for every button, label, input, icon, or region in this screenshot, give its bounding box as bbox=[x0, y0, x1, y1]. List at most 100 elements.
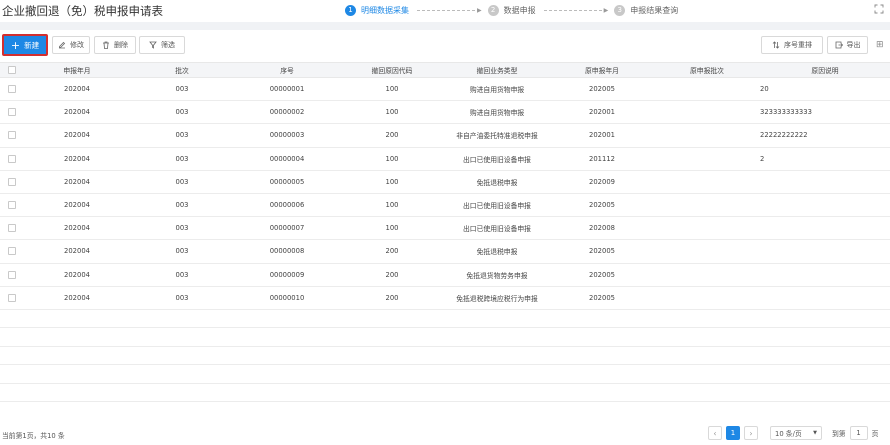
column-header[interactable]: 原因说明 bbox=[760, 63, 890, 77]
row-checkbox[interactable] bbox=[8, 224, 16, 233]
table-cell: 出口已使用旧设备申报 bbox=[463, 155, 531, 164]
table-cell: 202004 bbox=[64, 177, 90, 186]
table-cell: 201112 bbox=[589, 154, 615, 163]
next-page-button[interactable]: › bbox=[744, 426, 758, 440]
step-3[interactable]: 3 申报结果查询 bbox=[614, 4, 679, 16]
step-connector bbox=[543, 9, 602, 11]
empty-row bbox=[0, 347, 890, 366]
table-cell: 100 bbox=[385, 154, 399, 163]
row-checkbox[interactable] bbox=[8, 108, 16, 117]
table-cell bbox=[760, 264, 890, 286]
delete-button-label: 删除 bbox=[114, 41, 128, 49]
table-cell bbox=[652, 148, 762, 170]
table-cell: 003 bbox=[175, 177, 189, 186]
column-header[interactable]: 序号 bbox=[232, 63, 342, 77]
column-header[interactable]: 批次 bbox=[132, 63, 232, 77]
table-cell bbox=[652, 171, 762, 193]
reorder-button-label: 序号重排 bbox=[784, 41, 812, 49]
delete-button[interactable]: 删除 bbox=[94, 36, 136, 54]
table-cell: 202005 bbox=[589, 247, 615, 256]
table-cell: 202005 bbox=[589, 293, 615, 302]
table-row[interactable]: 202004 003 00000009 200 免抵退货物劳务申报 202005 bbox=[0, 264, 890, 287]
table-cell: 202004 bbox=[64, 131, 90, 140]
table-cell bbox=[652, 287, 762, 309]
reorder-button[interactable]: 序号重排 bbox=[761, 36, 823, 54]
table-cell: 00000007 bbox=[269, 224, 305, 233]
new-button[interactable]: + 新建 bbox=[2, 34, 48, 56]
edit-button[interactable]: 修改 bbox=[52, 36, 90, 54]
table-cell: 2 bbox=[760, 154, 765, 163]
row-select-cell bbox=[2, 78, 22, 100]
row-checkbox[interactable] bbox=[8, 131, 16, 140]
column-settings-icon[interactable]: ⊞ bbox=[876, 40, 884, 50]
step-1[interactable]: 1 明细数据采集 bbox=[345, 4, 409, 16]
row-checkbox[interactable] bbox=[8, 270, 16, 279]
table-cell: 00000005 bbox=[269, 177, 305, 186]
table-row[interactable]: 202004 003 00000007 100 出口已使用旧设备申报 202008 bbox=[0, 217, 890, 241]
table-cell: 出口已使用旧设备申报 bbox=[463, 202, 531, 211]
row-checkbox[interactable] bbox=[8, 177, 16, 186]
table-cell bbox=[652, 124, 762, 146]
table-cell: 00000008 bbox=[269, 247, 305, 256]
table-row[interactable]: 202004 003 00000008 200 免抵退税申报 202005 bbox=[0, 240, 890, 264]
table-cell: 003 bbox=[175, 85, 189, 94]
table-cell: 323333333333 bbox=[760, 108, 812, 117]
column-header[interactable]: 原申报批次 bbox=[652, 63, 762, 77]
step-2[interactable]: 2 数据申报 bbox=[487, 4, 536, 16]
page-size-select[interactable]: 10 条/页 ▼ bbox=[770, 426, 822, 440]
step-1-label: 明细数据采集 bbox=[361, 5, 409, 15]
table-cell: 003 bbox=[175, 131, 189, 140]
table-cell: 202005 bbox=[589, 201, 615, 210]
table-row[interactable]: 202004 003 00000005 100 免抵退税申报 202009 bbox=[0, 171, 890, 194]
step-3-number: 3 bbox=[614, 4, 626, 16]
empty-row bbox=[0, 365, 890, 384]
table-row[interactable]: 202004 003 00000010 200 免抵退税跨境应税行为申报 202005 bbox=[0, 287, 890, 310]
table-row[interactable]: 202004 003 00000004 100 出口已使用旧设备申报 201112 2 bbox=[0, 148, 890, 171]
table-cell: 购进自用货物申报 bbox=[469, 109, 525, 118]
row-checkbox[interactable] bbox=[8, 247, 16, 256]
row-checkbox[interactable] bbox=[8, 293, 16, 302]
empty-row bbox=[0, 384, 890, 403]
export-button[interactable]: 导出 bbox=[827, 36, 868, 54]
goto-page-input[interactable]: 1 bbox=[849, 426, 868, 440]
table-cell: 200 bbox=[385, 270, 399, 279]
column-header[interactable]: 撤回业务类型 bbox=[442, 63, 552, 77]
table-cell: 免抵退税申报 bbox=[476, 178, 518, 187]
table-row[interactable]: 202004 003 00000002 100 购进自用货物申报 202001 323333… bbox=[0, 101, 890, 125]
table-cell: 00000004 bbox=[269, 154, 305, 163]
filter-button[interactable]: 筛选 bbox=[139, 36, 185, 54]
row-checkbox[interactable] bbox=[8, 154, 16, 163]
step-3-label: 申报结果查询 bbox=[630, 5, 679, 15]
row-select-cell bbox=[2, 240, 22, 262]
table-cell: 003 bbox=[175, 108, 189, 117]
step-connector bbox=[417, 9, 475, 11]
row-checkbox[interactable] bbox=[8, 201, 16, 210]
table-cell bbox=[760, 217, 890, 239]
fullscreen-icon[interactable] bbox=[874, 4, 884, 14]
table-cell: 100 bbox=[385, 201, 399, 210]
table-row[interactable]: 202004 003 00000003 200 非自产油委托特准退税申报 202001 22… bbox=[0, 124, 890, 148]
new-button-label: 新建 bbox=[24, 40, 40, 50]
column-header[interactable]: 撤回原因代码 bbox=[342, 63, 442, 77]
row-checkbox[interactable] bbox=[8, 85, 16, 94]
column-header[interactable]: 申报年月 bbox=[22, 63, 132, 77]
column-header[interactable]: 原申报年月 bbox=[552, 63, 652, 77]
empty-row bbox=[0, 310, 890, 329]
step-indicator: 1 明细数据采集 ▶ 2 数据申报 ▶ 3 申报结果查询 bbox=[345, 3, 678, 17]
table-cell: 202004 bbox=[64, 108, 90, 117]
sort-icon bbox=[772, 41, 780, 49]
table-cell: 003 bbox=[175, 293, 189, 302]
table-row[interactable]: 202004 003 00000006 100 出口已使用旧设备申报 202005 bbox=[0, 194, 890, 218]
table-cell: 00000010 bbox=[269, 293, 305, 302]
page-number-button[interactable]: 1 bbox=[726, 426, 740, 440]
table-cell: 00000002 bbox=[269, 108, 305, 117]
table-cell bbox=[652, 240, 762, 262]
row-select-cell bbox=[2, 287, 22, 309]
table-row[interactable]: 202004 003 00000001 100 购进自用货物申报 202005 20 bbox=[0, 78, 890, 102]
header: 企业撤回退（免）税申报申请表 1 明细数据采集 ▶ 2 数据申报 ▶ 3 申报结… bbox=[0, 0, 890, 22]
prev-page-button[interactable]: ‹ bbox=[708, 426, 722, 440]
step-1-number: 1 bbox=[345, 4, 356, 16]
table-cell: 202005 bbox=[589, 85, 615, 94]
select-all-checkbox[interactable] bbox=[8, 66, 16, 74]
table-cell: 免抵退税跨境应税行为申报 bbox=[456, 294, 538, 303]
